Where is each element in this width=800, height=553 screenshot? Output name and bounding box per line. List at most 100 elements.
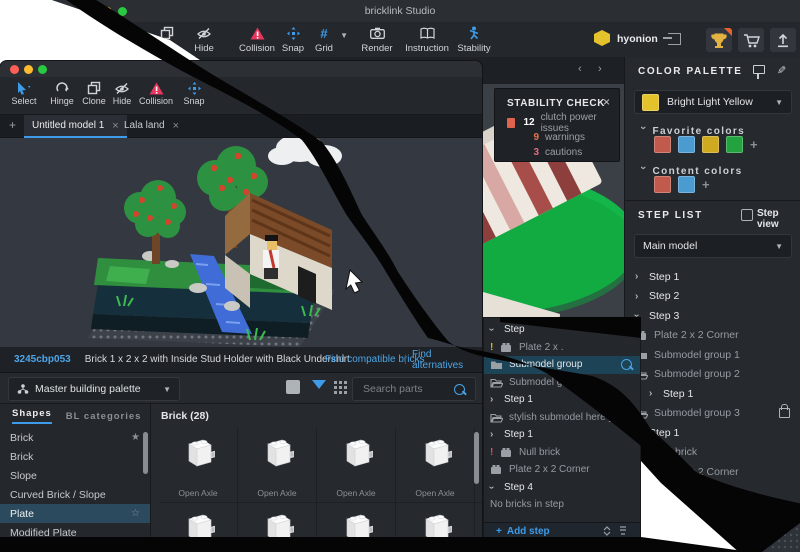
category-brick[interactable]: Brick	[0, 447, 150, 466]
step-item[interactable]: › Step 3	[631, 306, 800, 326]
logout-icon[interactable]	[663, 33, 681, 45]
close-tab-icon[interactable]: ×	[173, 120, 179, 132]
color-selector-dropdown[interactable]: Bright Light Yellow ▼	[634, 90, 792, 114]
inner-toolbar-item-hinge[interactable]: Hinge	[46, 81, 78, 106]
step-item[interactable]: › Step 2	[635, 287, 800, 307]
toolbar-item-render[interactable]: Render	[355, 25, 399, 54]
part-cell[interactable]: Open Axle	[238, 428, 316, 502]
add-color-button[interactable]: +	[702, 177, 710, 192]
inner-toolbar-item-hide[interactable]: Hide	[106, 81, 138, 106]
toolbar-item-hinge[interactable]: Hinge	[98, 25, 142, 54]
content-color-swatch[interactable]	[678, 176, 695, 193]
brick-item[interactable]: Null brick	[635, 443, 800, 463]
step-item[interactable]: › Step 1	[484, 391, 640, 409]
part-cell[interactable]: Open Axle	[475, 503, 482, 542]
chevron-icon[interactable]: ›	[486, 324, 500, 335]
part-cell[interactable]: Open Axle	[317, 428, 395, 502]
category-modified-plate[interactable]: Modified Plate	[0, 523, 150, 542]
find-compatible-link[interactable]: Find compatible bricks	[325, 354, 424, 365]
toolbar-item-grid[interactable]: # Grid ▼	[302, 25, 348, 55]
category-scrollbar[interactable]	[143, 432, 148, 474]
category-slope[interactable]: Slope	[0, 466, 150, 485]
folder-item[interactable]: Submodel group 1	[635, 345, 800, 365]
upload-button[interactable]	[770, 28, 796, 52]
step-item[interactable]: › Step 1	[484, 426, 640, 444]
favorite-color-swatch[interactable]	[702, 136, 719, 153]
part-cell[interactable]: Open Axle	[159, 428, 237, 502]
star-icon[interactable]: ★	[131, 432, 140, 443]
folder-open-item[interactable]: Submodel group 2	[635, 365, 800, 385]
add-color-button[interactable]: +	[750, 137, 758, 152]
part-cell[interactable]: Open Axle	[317, 503, 395, 542]
toolbar-item-hide[interactable]: Hide	[182, 25, 226, 54]
search-icon[interactable]	[621, 359, 632, 371]
collapse-left-icon[interactable]: ‹	[578, 63, 582, 75]
category-brick[interactable]: Brick ★	[0, 428, 150, 447]
find-alternatives-link[interactable]: Find alternatives	[412, 349, 482, 371]
paint-roller-icon[interactable]	[753, 65, 765, 79]
inner-toolbar-item-snap[interactable]: Snap	[178, 81, 210, 106]
eyedropper-icon[interactable]: ✎	[777, 64, 786, 77]
tab-bl-categories[interactable]: BL categories	[66, 411, 142, 422]
maximize-window-button[interactable]	[38, 65, 47, 74]
trophy-button[interactable]	[706, 28, 732, 52]
model-selector-dropdown[interactable]: Main model ▼	[634, 234, 792, 258]
chevron-icon[interactable]: ›	[490, 429, 500, 440]
part-cell[interactable]: Open Axle	[159, 503, 237, 542]
folder-item[interactable]: Submodel group	[484, 356, 640, 374]
step-view-checkbox[interactable]	[741, 209, 753, 221]
category-panel: Shapes BL categories Brick ★ Brick Slope Cur…	[0, 404, 151, 542]
step-item[interactable]: › Step 4	[484, 479, 640, 497]
favorite-color-swatch[interactable]	[678, 136, 695, 153]
content-color-swatch[interactable]	[654, 176, 671, 193]
chevron-icon[interactable]: ›	[490, 394, 500, 405]
folder-open-item[interactable]: Submodel group 3	[635, 404, 800, 424]
step-item[interactable]: No bricks in step	[484, 496, 640, 514]
search-parts-input[interactable]: Search parts	[352, 377, 476, 401]
favorite-color-swatch[interactable]	[654, 136, 671, 153]
part-cell[interactable]: Open Axle	[396, 428, 474, 502]
minimize-window-button[interactable]	[24, 65, 33, 74]
brick-item[interactable]: Plate 2 x 2 Corner	[635, 462, 800, 482]
toolbar-item-stability[interactable]: Stability	[452, 25, 496, 54]
brick-item[interactable]: ! Null brick	[484, 444, 640, 462]
step-item[interactable]: › Step 1	[635, 384, 800, 404]
chevron-icon[interactable]: ›	[635, 271, 645, 282]
palette-selector-dropdown[interactable]: Master building palette ▼	[8, 377, 180, 401]
inner-toolbar-item-select[interactable]: Select	[8, 81, 40, 106]
parts-scrollbar[interactable]	[474, 432, 479, 484]
filter-icon[interactable]	[312, 380, 326, 396]
add-step-footer[interactable]: + Add step	[484, 522, 640, 539]
part-cell[interactable]: Open Axle	[238, 503, 316, 542]
part-cell[interactable]: Open Axle	[396, 503, 474, 542]
chevron-icon[interactable]: ›	[649, 388, 659, 399]
toolbar-item-instruction[interactable]: Instruction	[405, 25, 449, 54]
collapse-right-icon[interactable]: ›	[598, 63, 602, 75]
folder-open-item[interactable]: Submodel group 2	[484, 374, 640, 392]
step-item[interactable]: › Step 1	[635, 267, 800, 287]
brick-item[interactable]: ! Plate 2 x .	[484, 339, 640, 357]
close-window-button[interactable]	[10, 65, 19, 74]
step-item[interactable]: › Step	[484, 321, 640, 339]
favorite-color-swatch[interactable]	[726, 136, 743, 153]
tab-lala-land[interactable]: Lala land ×	[116, 115, 187, 136]
inner-3d-viewport[interactable]	[0, 138, 482, 347]
chevron-icon[interactable]: ›	[486, 482, 500, 493]
new-tab-button[interactable]: +	[9, 118, 16, 132]
star-icon[interactable]: ☆	[131, 508, 140, 519]
tab-shapes[interactable]: Shapes	[12, 408, 52, 424]
category-plate[interactable]: Plate ☆	[0, 504, 150, 523]
color-swatch-button[interactable]	[286, 380, 300, 394]
step-item[interactable]: Step 1	[635, 423, 800, 443]
folder-open-item[interactable]: stylish submodel here y...	[484, 408, 640, 427]
inner-toolbar-item-collision[interactable]: Collision	[136, 81, 176, 106]
brick-item[interactable]: Plate 2 x 2 Corner	[635, 326, 800, 346]
grid-view-icon[interactable]	[334, 381, 347, 394]
part-id[interactable]: 3245cbp053	[14, 354, 71, 365]
cart-button[interactable]	[738, 28, 764, 52]
tab-untitled-model-1[interactable]: Untitled model 1 ×	[24, 115, 127, 138]
brick-item[interactable]: Plate 2 x 2 Corner	[484, 461, 640, 479]
category-curved-brick-slope[interactable]: Curved Brick / Slope	[0, 485, 150, 504]
chevron-icon[interactable]: ›	[635, 291, 645, 302]
close-icon[interactable]: ×	[603, 95, 610, 109]
